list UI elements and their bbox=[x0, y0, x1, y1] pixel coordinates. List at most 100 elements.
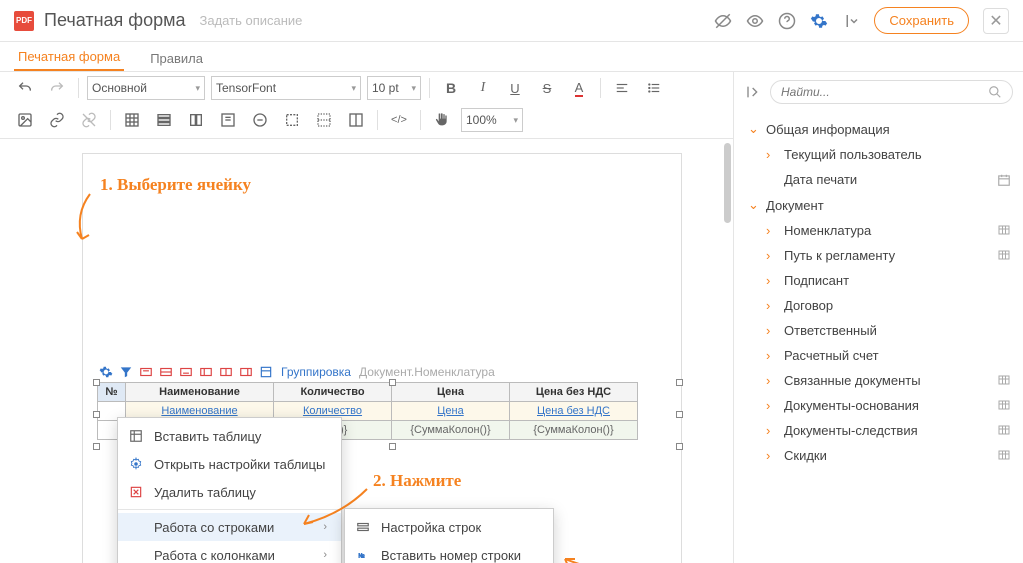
table-mini-2[interactable] bbox=[157, 363, 175, 381]
table-mini-7[interactable] bbox=[257, 363, 275, 381]
tree-item-signer[interactable]: ›Подписант bbox=[744, 268, 1017, 293]
size-select[interactable]: 10 pt▾ bbox=[367, 76, 421, 100]
tb-icon-2[interactable] bbox=[183, 108, 209, 132]
tree-label: Подписант bbox=[784, 273, 1013, 288]
canvas[interactable]: 1. Выберите ячейку Группировка Документ.… bbox=[0, 139, 733, 563]
tree-group-general[interactable]: ⌄Общая информация bbox=[744, 116, 1017, 142]
table-mini-5[interactable] bbox=[217, 363, 235, 381]
th-num[interactable]: № bbox=[98, 383, 126, 402]
tree-label: Расчетный счет bbox=[784, 348, 1013, 363]
font-select[interactable]: TensorFont▾ bbox=[211, 76, 361, 100]
rownum-icon: № bbox=[355, 547, 371, 563]
eye-off-icon[interactable] bbox=[714, 12, 732, 30]
unlink-button[interactable] bbox=[76, 108, 102, 132]
zoom-value: 100% bbox=[466, 113, 497, 127]
tree-item-base-docs[interactable]: ›Документы-основания bbox=[744, 393, 1017, 418]
code-button[interactable]: </> bbox=[386, 108, 412, 132]
tree-label: Документы-основания bbox=[784, 398, 997, 413]
chevron-right-icon: › bbox=[766, 348, 778, 363]
tree-item-print-date[interactable]: ›Дата печати bbox=[744, 167, 1017, 192]
ctx-label: Вставить номер строки bbox=[381, 548, 521, 563]
chevron-right-icon: › bbox=[766, 448, 778, 463]
search-box[interactable] bbox=[770, 80, 1013, 104]
undo-button[interactable] bbox=[12, 76, 38, 100]
tree-label: Договор bbox=[784, 298, 1013, 313]
ctx-label: Работа с колонками bbox=[154, 548, 275, 563]
eye-icon[interactable] bbox=[746, 12, 764, 30]
align-button[interactable] bbox=[609, 76, 635, 100]
table-filter-icon[interactable] bbox=[117, 363, 135, 381]
td-sum-4[interactable]: {СуммаКолон()} bbox=[510, 421, 638, 440]
bold-button[interactable]: B bbox=[438, 76, 464, 100]
grouping-link[interactable]: Группировка bbox=[281, 365, 351, 379]
chevron-right-icon: › bbox=[766, 223, 778, 238]
doc-title: Печатная форма bbox=[44, 10, 186, 31]
chevron-down-icon: ⌄ bbox=[748, 121, 760, 137]
set-description[interactable]: Задать описание bbox=[200, 13, 303, 28]
table-mini-6[interactable] bbox=[237, 363, 255, 381]
ctx-open-settings[interactable]: Открыть настройки таблицы bbox=[118, 450, 341, 478]
calendar-icon bbox=[997, 173, 1013, 187]
tree-item-reglament-path[interactable]: ›Путь к регламенту bbox=[744, 243, 1017, 268]
redo-button[interactable] bbox=[44, 76, 70, 100]
table-mini-3[interactable] bbox=[177, 363, 195, 381]
tree-item-contract[interactable]: ›Договор bbox=[744, 293, 1017, 318]
tab-rules[interactable]: Правила bbox=[146, 45, 207, 71]
tb-icon-6[interactable] bbox=[311, 108, 337, 132]
th-qty[interactable]: Количество bbox=[274, 383, 392, 402]
tab-print-form[interactable]: Печатная форма bbox=[14, 43, 124, 71]
image-button[interactable] bbox=[12, 108, 38, 132]
link-button[interactable] bbox=[44, 108, 70, 132]
vertical-scrollbar[interactable] bbox=[724, 143, 731, 223]
tb-icon-1[interactable] bbox=[151, 108, 177, 132]
tree-item-current-user[interactable]: ›Текущий пользователь bbox=[744, 142, 1017, 167]
search-input[interactable] bbox=[781, 85, 988, 99]
style-select[interactable]: Основной▾ bbox=[87, 76, 205, 100]
tb-icon-7[interactable] bbox=[343, 108, 369, 132]
font-color-button[interactable]: A bbox=[566, 76, 592, 100]
hand-tool-button[interactable] bbox=[429, 108, 455, 132]
td-price-novat[interactable]: Цена без НДС bbox=[510, 402, 638, 421]
table-mini-4[interactable] bbox=[197, 363, 215, 381]
gear-icon[interactable] bbox=[810, 12, 828, 30]
tb-icon-4[interactable] bbox=[247, 108, 273, 132]
ctx-insert-table[interactable]: Вставить таблицу bbox=[118, 422, 341, 450]
table-mini-1[interactable] bbox=[137, 363, 155, 381]
close-button[interactable]: ✕ bbox=[983, 8, 1009, 34]
list-button[interactable] bbox=[641, 76, 667, 100]
tree-item-account[interactable]: › Расчетный счет bbox=[744, 343, 1017, 368]
tb-icon-3[interactable] bbox=[215, 108, 241, 132]
more-split-icon[interactable] bbox=[842, 12, 860, 30]
ctx-insert-row-number[interactable]: № Вставить номер строки bbox=[345, 541, 553, 563]
context-submenu-rows: Настройка строк №Вставить номер строки У… bbox=[344, 508, 554, 563]
search-icon[interactable] bbox=[988, 85, 1002, 99]
ctx-row-settings[interactable]: Настройка строк bbox=[345, 513, 553, 541]
ctx-cols-submenu[interactable]: Работа с колонками› bbox=[118, 541, 341, 563]
tb-icon-5[interactable] bbox=[279, 108, 305, 132]
pdf-icon: PDF bbox=[14, 11, 34, 31]
tree-item-nomenclature[interactable]: ›Номенклатура bbox=[744, 218, 1017, 243]
datasource-label: Документ.Номенклатура bbox=[359, 365, 495, 379]
strike-button[interactable]: S bbox=[534, 76, 560, 100]
tree-label: Путь к регламенту bbox=[784, 248, 997, 263]
table-button[interactable] bbox=[119, 108, 145, 132]
td-price[interactable]: Цена bbox=[392, 402, 510, 421]
th-price-novat[interactable]: Цена без НДС bbox=[510, 383, 638, 402]
ctx-delete-table[interactable]: Удалить таблицу bbox=[118, 478, 341, 506]
ctx-rows-submenu[interactable]: Работа со строками› bbox=[118, 513, 341, 541]
save-button[interactable]: Сохранить bbox=[874, 7, 969, 34]
tree-item-effect-docs[interactable]: ›Документы-следствия bbox=[744, 418, 1017, 443]
tree-item-related-docs[interactable]: ›Связанные документы bbox=[744, 368, 1017, 393]
td-sum-3[interactable]: {СуммаКолон()} bbox=[392, 421, 510, 440]
th-name[interactable]: Наименование bbox=[126, 383, 274, 402]
tree-item-responsible[interactable]: ›Ответственный bbox=[744, 318, 1017, 343]
th-price[interactable]: Цена bbox=[392, 383, 510, 402]
underline-button[interactable]: U bbox=[502, 76, 528, 100]
settings-icon bbox=[355, 519, 371, 535]
italic-button[interactable]: I bbox=[470, 76, 496, 100]
tree-group-document[interactable]: ⌄Документ bbox=[744, 192, 1017, 218]
collapse-panel-icon[interactable] bbox=[744, 84, 762, 100]
zoom-select[interactable]: 100%▾ bbox=[461, 108, 523, 132]
tree-item-discounts[interactable]: ›Скидки bbox=[744, 443, 1017, 468]
help-icon[interactable] bbox=[778, 12, 796, 30]
